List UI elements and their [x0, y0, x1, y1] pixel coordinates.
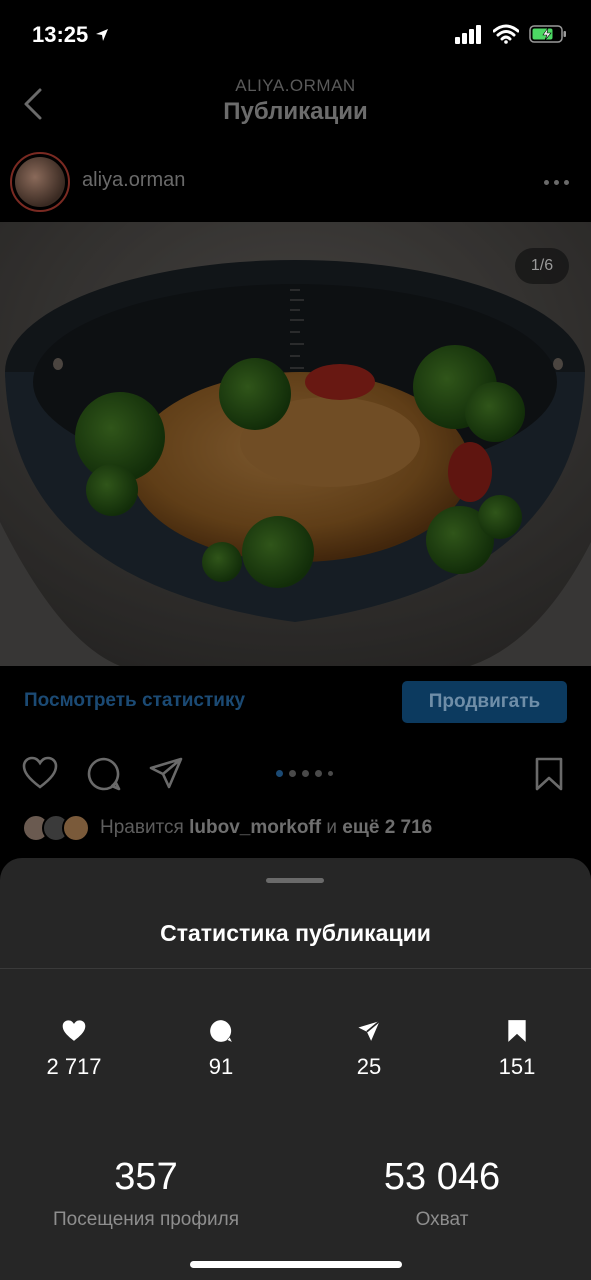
sheet-drag-handle[interactable]	[266, 878, 324, 883]
image-counter-badge: 1/6	[515, 248, 569, 284]
promote-button[interactable]: Продвигать	[402, 681, 567, 723]
reach-stat: 53 046 Охват	[312, 1156, 572, 1231]
likes-row[interactable]: Нравится lubov_morkoff и ещё 2 716	[22, 812, 432, 844]
reach-value: 53 046	[383, 1156, 501, 1198]
liker-avatars	[22, 814, 90, 842]
metric-shares: 25	[319, 1018, 419, 1080]
bookmark-icon	[508, 1020, 526, 1042]
status-time: 13:25	[32, 22, 110, 48]
battery-icon	[529, 25, 566, 43]
share-icon	[358, 1020, 381, 1041]
view-stats-link[interactable]: Посмотреть статистику	[24, 690, 245, 712]
post-actions	[0, 752, 591, 798]
metric-value: 91	[208, 1054, 234, 1079]
metric-value: 151	[498, 1054, 536, 1079]
nav-subtitle: ALIYA.ORMAN	[235, 76, 356, 95]
dim-overlay	[0, 222, 591, 666]
carousel-dots	[276, 770, 333, 777]
metric-comments: 91	[171, 1018, 271, 1080]
metric-saves: 151	[467, 1018, 567, 1080]
metric-value: 25	[356, 1054, 382, 1079]
profile-visits-value: 357	[114, 1156, 178, 1198]
bookmark-icon[interactable]	[534, 756, 564, 792]
profile-visits-label: Посещения профиля	[53, 1209, 239, 1230]
sheet-title: Статистика публикации	[160, 920, 431, 946]
comment-icon[interactable]	[86, 756, 122, 792]
post-image[interactable]: 1/6	[0, 222, 591, 666]
comment-icon	[210, 1020, 232, 1042]
home-indicator	[190, 1261, 402, 1268]
location-arrow-icon	[96, 29, 109, 41]
avatar[interactable]	[10, 152, 70, 212]
more-options-icon[interactable]	[544, 180, 569, 185]
reach-label: Охват	[415, 1209, 469, 1230]
signal-icon	[455, 25, 481, 44]
profile-visits-stat: 357 Посещения профиля	[16, 1156, 276, 1231]
likes-text: Нравится lubov_morkoff и ещё 2 716	[100, 817, 433, 838]
divider	[0, 968, 591, 969]
metric-likes: 2 717	[24, 1018, 124, 1080]
post-username[interactable]: aliya.orman	[82, 169, 185, 192]
post-header: aliya.orman	[0, 146, 591, 222]
status-indicators	[455, 24, 567, 44]
metric-value: 2 717	[46, 1054, 102, 1079]
like-heart-icon[interactable]	[22, 756, 58, 790]
nav-header: ALIYA.ORMAN Публикации	[0, 72, 591, 146]
wifi-icon	[493, 24, 519, 44]
status-bar: 13:25	[0, 0, 591, 72]
time-label: 13:25	[32, 22, 89, 47]
heart-icon	[62, 1020, 86, 1041]
page-title: Публикации	[223, 98, 368, 125]
post-insights-sheet: Статистика публикации 2 717 91 25 151 35…	[0, 858, 591, 1280]
share-icon[interactable]	[148, 756, 184, 790]
